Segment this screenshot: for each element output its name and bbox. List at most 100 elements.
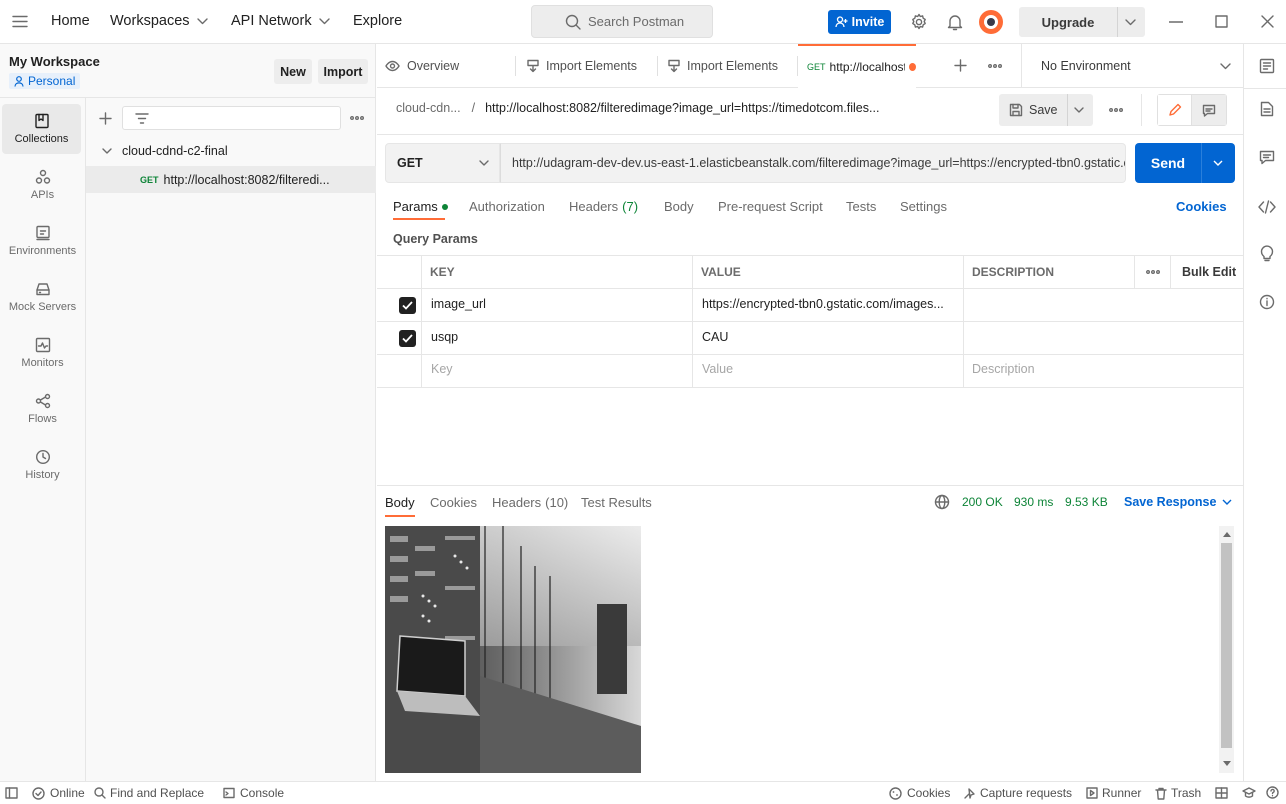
response-time[interactable]: 930 ms	[1014, 495, 1053, 509]
runner-button[interactable]: Runner	[1086, 786, 1141, 800]
scrollbar-thumb[interactable]	[1221, 543, 1232, 748]
bootcamp-icon[interactable]	[1242, 787, 1256, 799]
environment-selector[interactable]: No Environment	[1022, 44, 1243, 88]
menu-icon[interactable]	[12, 15, 28, 28]
more-options-icon[interactable]	[350, 116, 364, 120]
console-button[interactable]: Console	[223, 786, 284, 800]
response-divider[interactable]	[377, 485, 1243, 486]
send-button[interactable]: Send	[1135, 143, 1235, 183]
tab-headers[interactable]: Headers (7)	[569, 199, 638, 214]
response-tab-body[interactable]: Body	[385, 495, 415, 510]
trash-button[interactable]: Trash	[1155, 786, 1201, 800]
filter-input[interactable]	[122, 106, 341, 130]
tab-overview[interactable]: Overview	[385, 44, 459, 88]
rail-item-monitors[interactable]: Monitors	[0, 328, 85, 378]
find-replace-button[interactable]: Find and Replace	[94, 786, 204, 800]
new-button[interactable]: New	[274, 59, 312, 84]
rail-item-collections[interactable]: Collections	[2, 104, 81, 154]
layout-toggle-icon[interactable]	[1215, 787, 1228, 799]
close-window-icon[interactable]	[1261, 15, 1274, 28]
tab-options-icon[interactable]	[988, 64, 1002, 68]
workspace-type-badge: Personal	[9, 73, 81, 89]
tab-import-elements-2[interactable]: Import Elements	[667, 44, 778, 88]
search-box[interactable]: Search Postman	[531, 5, 713, 38]
scroll-down-icon[interactable]	[1223, 761, 1231, 766]
scroll-up-icon[interactable]	[1223, 532, 1231, 537]
online-status[interactable]: Online	[32, 786, 85, 800]
response-tab-headers[interactable]: Headers (10)	[492, 495, 568, 510]
tab-tests[interactable]: Tests	[846, 199, 876, 214]
code-icon[interactable]	[1258, 200, 1276, 214]
import-button[interactable]: Import	[318, 59, 368, 84]
response-tab-test-results[interactable]: Test Results	[581, 495, 652, 510]
tab-import-elements-1[interactable]: Import Elements	[526, 44, 637, 88]
globe-icon[interactable]	[934, 494, 950, 510]
upgrade-button[interactable]: Upgrade	[1019, 7, 1145, 37]
new-param-value-input[interactable]: Value	[702, 362, 733, 376]
comment-view-icon[interactable]	[1192, 95, 1226, 125]
cookies-link[interactable]: Cookies	[1176, 199, 1227, 214]
comments-icon[interactable]	[1259, 150, 1275, 165]
save-response-button[interactable]: Save Response	[1124, 495, 1232, 509]
divider	[1066, 94, 1068, 126]
bulk-edit-button[interactable]: Bulk Edit	[1182, 265, 1236, 279]
toggle-sidebar-icon[interactable]	[5, 787, 18, 799]
rail-item-mock-servers[interactable]: Mock Servers	[0, 272, 85, 322]
chevron-down-icon[interactable]	[1125, 18, 1136, 26]
chevron-down-icon[interactable]	[1213, 160, 1223, 166]
help-icon[interactable]	[1266, 786, 1279, 799]
chevron-down-icon[interactable]	[1073, 107, 1084, 113]
request-title[interactable]: http://localhost:8082/filteredimage?imag…	[485, 101, 879, 115]
lightbulb-icon[interactable]	[1260, 245, 1274, 262]
url-input[interactable]: http://udagram-dev-dev.us-east-1.elastic…	[500, 143, 1126, 183]
nav-workspaces[interactable]: Workspaces	[110, 13, 208, 29]
collection-item[interactable]: cloud-cdnd-c2-final	[86, 142, 376, 160]
minimize-window-icon[interactable]	[1169, 21, 1183, 23]
cookies-button[interactable]: Cookies	[889, 786, 950, 800]
rail-item-flows[interactable]: Flows	[0, 384, 85, 434]
tab-params[interactable]: Params	[393, 199, 448, 214]
new-param-description-input[interactable]: Description	[972, 362, 1035, 376]
tab-body[interactable]: Body	[664, 199, 694, 214]
tab-settings[interactable]: Settings	[900, 199, 947, 214]
nav-home[interactable]: Home	[51, 13, 90, 29]
notifications-bell-icon[interactable]	[947, 13, 963, 31]
info-icon[interactable]	[1259, 294, 1275, 310]
tab-active-request[interactable]: GET http://localhost:8	[798, 44, 916, 88]
capture-requests-button[interactable]: Capture requests	[963, 786, 1072, 800]
environment-quick-look-icon[interactable]	[1259, 58, 1275, 74]
nav-explore[interactable]: Explore	[353, 13, 402, 29]
save-button[interactable]: Save	[999, 94, 1093, 126]
param-checkbox[interactable]	[399, 330, 416, 347]
new-tab-icon[interactable]	[954, 59, 967, 72]
response-scrollbar[interactable]	[1219, 526, 1234, 773]
maximize-window-icon[interactable]	[1215, 15, 1228, 28]
method-select[interactable]: GET	[385, 143, 500, 183]
edit-pencil-icon[interactable]	[1158, 95, 1192, 125]
column-options-icon[interactable]	[1146, 270, 1160, 274]
param-checkbox[interactable]	[399, 297, 416, 314]
request-item[interactable]: GET http://localhost:8082/filteredi...	[86, 166, 376, 193]
add-collection-icon[interactable]	[99, 112, 112, 125]
param-value[interactable]: CAU	[702, 330, 728, 344]
invite-button[interactable]: Invite	[828, 10, 891, 34]
response-tab-cookies[interactable]: Cookies	[430, 495, 477, 510]
workspace-name[interactable]: My Workspace	[9, 54, 100, 69]
nav-api-network[interactable]: API Network	[231, 13, 330, 29]
settings-icon[interactable]	[910, 13, 928, 31]
tab-authorization[interactable]: Authorization	[469, 199, 545, 214]
rail-item-history[interactable]: History	[0, 440, 85, 490]
param-key[interactable]: usqp	[431, 330, 458, 344]
rail-item-environments[interactable]: Environments	[0, 216, 85, 266]
tab-pre-request-script[interactable]: Pre-request Script	[718, 199, 823, 214]
param-key[interactable]: image_url	[431, 297, 486, 311]
documentation-icon[interactable]	[1260, 101, 1274, 117]
response-status[interactable]: 200 OK	[962, 495, 1003, 509]
avatar[interactable]	[979, 10, 1003, 34]
response-size[interactable]: 9.53 KB	[1065, 495, 1108, 509]
rail-item-apis[interactable]: APIs	[0, 160, 85, 210]
breadcrumb-collection[interactable]: cloud-cdn...	[396, 101, 461, 115]
new-param-key-input[interactable]: Key	[431, 362, 453, 376]
more-actions-icon[interactable]	[1109, 108, 1123, 112]
param-value[interactable]: https://encrypted-tbn0.gstatic.com/image…	[702, 297, 944, 311]
